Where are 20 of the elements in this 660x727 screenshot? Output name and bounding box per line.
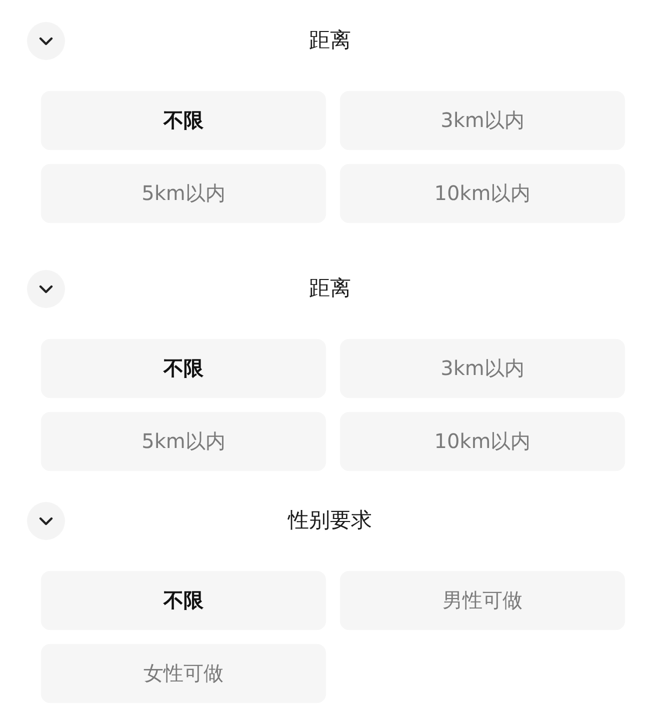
option-button[interactable]: 男性可做 [340,571,625,630]
section-title: 性别要求 [288,508,372,534]
collapse-button[interactable] [27,502,65,540]
option-button[interactable]: 10km以内 [340,412,625,471]
option-button[interactable]: 5km以内 [41,164,326,223]
option-button[interactable]: 5km以内 [41,412,326,471]
section-title: 距离 [309,276,351,302]
option-button[interactable]: 3km以内 [340,91,625,150]
option-button[interactable]: 不限 [41,571,326,630]
collapse-button[interactable] [27,22,65,60]
option-button[interactable]: 不限 [41,339,326,398]
option-button[interactable]: 3km以内 [340,339,625,398]
option-button[interactable]: 不限 [41,91,326,150]
chevron-down-icon [39,36,53,46]
collapse-button[interactable] [27,270,65,308]
option-button[interactable]: 10km以内 [340,164,625,223]
option-button[interactable]: 女性可做 [41,644,326,703]
chevron-down-icon [39,516,53,526]
chevron-down-icon [39,284,53,294]
section-title: 距离 [309,28,351,54]
